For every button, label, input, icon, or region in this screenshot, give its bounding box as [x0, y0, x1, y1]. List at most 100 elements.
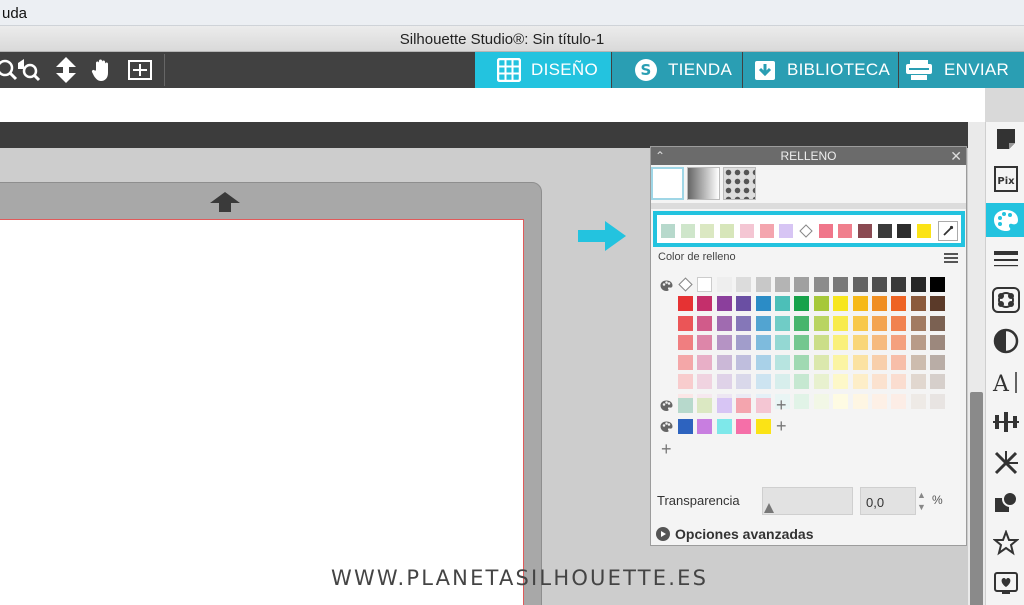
- recent-color-swatch[interactable]: [720, 224, 735, 238]
- palette-swatch[interactable]: [852, 394, 868, 409]
- line-style-icon[interactable]: [986, 243, 1024, 277]
- palette-swatch[interactable]: [697, 315, 713, 331]
- palette-swatch[interactable]: [872, 354, 887, 370]
- gray-swatch[interactable]: [852, 277, 868, 292]
- recent-color-swatch[interactable]: [877, 224, 892, 238]
- gray-swatch[interactable]: [794, 277, 810, 292]
- recent-color-swatch[interactable]: [759, 224, 774, 238]
- recent-color-swatch[interactable]: [680, 224, 695, 238]
- palette-swatch[interactable]: [852, 374, 868, 390]
- pixscan-icon[interactable]: Pix: [986, 162, 1024, 196]
- recent-color-swatch[interactable]: [799, 224, 813, 238]
- palette-swatch[interactable]: [794, 354, 810, 370]
- palette-swatch[interactable]: [852, 296, 868, 311]
- gray-swatch[interactable]: [872, 277, 887, 292]
- palette-swatch[interactable]: [813, 374, 829, 390]
- palette-swatch[interactable]: [833, 335, 849, 351]
- palette-swatch[interactable]: [891, 374, 907, 390]
- palette-swatch[interactable]: [930, 354, 946, 370]
- recent-color-swatch[interactable]: [700, 224, 715, 238]
- gray-swatch[interactable]: [813, 277, 829, 292]
- palette-swatch[interactable]: [678, 335, 693, 351]
- recent-color-swatch[interactable]: [779, 224, 794, 238]
- custom-swatch[interactable]: [716, 419, 732, 434]
- palette-swatch[interactable]: [910, 374, 926, 390]
- palette-swatch[interactable]: [910, 315, 926, 331]
- replicate-icon[interactable]: [986, 446, 1024, 480]
- palette-swatch[interactable]: [775, 315, 790, 331]
- palette-swatch[interactable]: [891, 354, 907, 370]
- menu-help[interactable]: uda: [2, 5, 27, 22]
- advanced-options-toggle[interactable]: Opciones avanzadas: [656, 526, 814, 542]
- palette-swatch[interactable]: [716, 374, 732, 390]
- palette-swatch[interactable]: [930, 394, 946, 409]
- palette-swatch[interactable]: [736, 296, 752, 311]
- gray-swatch[interactable]: [678, 277, 693, 292]
- palette-swatch[interactable]: [833, 296, 849, 311]
- recent-color-swatch[interactable]: [897, 224, 912, 238]
- gray-swatch[interactable]: [833, 277, 849, 292]
- fill-palette-icon[interactable]: [986, 203, 1024, 237]
- palette-swatch[interactable]: [813, 315, 829, 331]
- palette-swatch[interactable]: [678, 296, 693, 311]
- offset-icon[interactable]: [986, 324, 1024, 358]
- palette-swatch[interactable]: [930, 335, 946, 351]
- palette-swatch[interactable]: [872, 335, 887, 351]
- palette-swatch[interactable]: [755, 335, 771, 351]
- vertical-scrollbar[interactable]: [968, 122, 985, 605]
- palette-swatch[interactable]: [755, 296, 771, 311]
- palette-swatch[interactable]: [852, 354, 868, 370]
- design-page[interactable]: [0, 219, 524, 605]
- palette-swatch[interactable]: [697, 296, 713, 311]
- align-icon[interactable]: [986, 405, 1024, 439]
- eyedropper-icon[interactable]: [938, 221, 958, 241]
- stepper-arrows-icon[interactable]: ▲ ▼: [917, 489, 926, 513]
- move-arrows-icon[interactable]: [51, 55, 81, 85]
- text-icon[interactable]: A: [986, 365, 1024, 399]
- pattern-fill-button[interactable]: [723, 167, 756, 200]
- palette-swatch[interactable]: [736, 354, 752, 370]
- palette-swatch[interactable]: [794, 374, 810, 390]
- solid-fill-button[interactable]: [651, 167, 684, 200]
- recent-color-swatch[interactable]: [818, 224, 833, 238]
- slider-thumb[interactable]: [763, 502, 775, 514]
- palette-swatch[interactable]: [794, 394, 810, 409]
- palette-swatch[interactable]: [716, 296, 732, 311]
- palette-swatch[interactable]: [930, 374, 946, 390]
- scrollbar-thumb[interactable]: [970, 392, 983, 605]
- palette-swatch[interactable]: [736, 374, 752, 390]
- custom-swatch[interactable]: [755, 419, 771, 434]
- palette-swatch[interactable]: [872, 394, 887, 409]
- palette-swatch[interactable]: [813, 394, 829, 409]
- palette-swatch[interactable]: [910, 296, 926, 311]
- custom-swatch[interactable]: [697, 398, 713, 413]
- recent-color-swatch[interactable]: [838, 224, 853, 238]
- custom-swatch[interactable]: [697, 419, 713, 434]
- page-setup-icon[interactable]: [986, 122, 1024, 156]
- modify-icon[interactable]: [986, 486, 1024, 520]
- palette-swatch[interactable]: [891, 315, 907, 331]
- gray-swatch[interactable]: [755, 277, 771, 292]
- recent-color-swatch[interactable]: [739, 224, 754, 238]
- tab-diseno[interactable]: DISEÑO: [475, 52, 611, 88]
- palette-swatch[interactable]: [775, 354, 790, 370]
- transparency-slider[interactable]: [762, 487, 853, 515]
- palette-swatch[interactable]: [833, 394, 849, 409]
- recent-color-swatch[interactable]: [661, 224, 675, 238]
- custom-swatch[interactable]: [716, 398, 732, 413]
- palette-swatch[interactable]: [891, 394, 907, 409]
- gray-swatch[interactable]: [891, 277, 907, 292]
- trace-icon[interactable]: [986, 283, 1024, 317]
- tab-tienda[interactable]: S TIENDA: [612, 52, 742, 88]
- palette-swatch[interactable]: [833, 354, 849, 370]
- gray-swatch[interactable]: [775, 277, 790, 292]
- palette-swatch[interactable]: [697, 335, 713, 351]
- palette-swatch[interactable]: [697, 374, 713, 390]
- palette-swatch[interactable]: [910, 394, 926, 409]
- palette-swatch[interactable]: [775, 374, 790, 390]
- gray-swatch[interactable]: [736, 277, 752, 292]
- library-star-icon[interactable]: [986, 526, 1024, 560]
- hamburger-menu-icon[interactable]: [944, 253, 958, 265]
- palette-swatch[interactable]: [755, 315, 771, 331]
- palette-swatch[interactable]: [930, 315, 946, 331]
